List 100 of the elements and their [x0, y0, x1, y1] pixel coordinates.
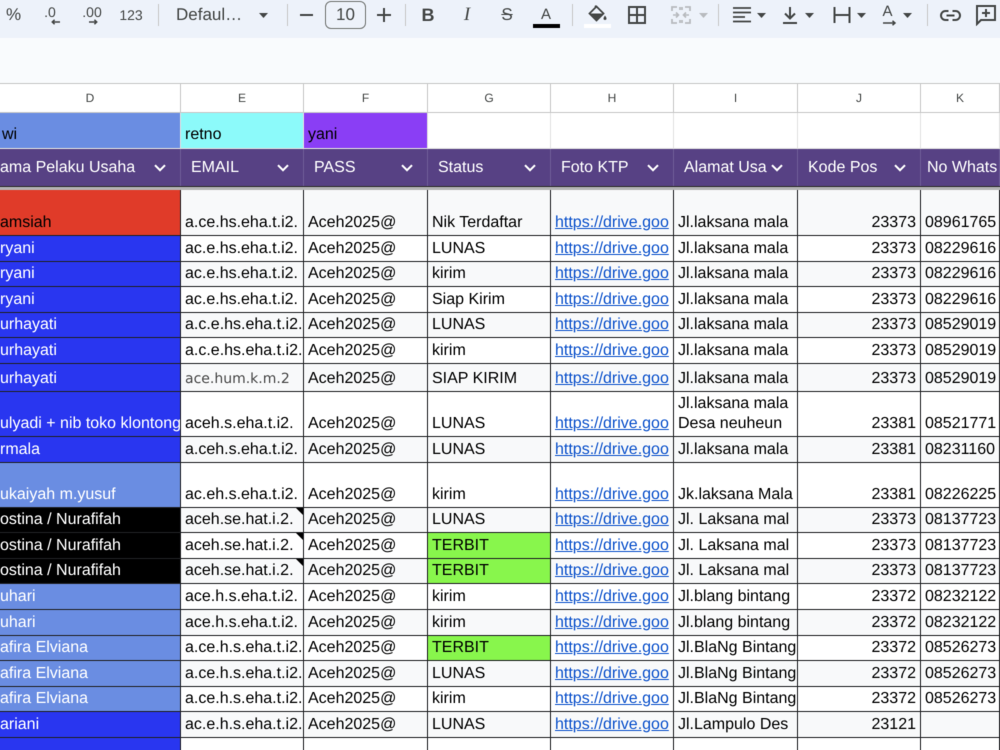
table-cell: Jl.BlaNg Bintang	[674, 661, 798, 687]
link[interactable]: https://drive.goo	[555, 414, 669, 434]
table-cell: 08137723	[921, 533, 1000, 559]
table-cell: 08526273	[921, 636, 1000, 662]
table-cell: Jl.laksana mala	[674, 190, 798, 236]
link[interactable]: https://drive.goo	[555, 561, 669, 582]
table-cell: LUNAS	[428, 436, 551, 463]
table-cell: a.ce.h.s.eha.t.i2.	[181, 636, 304, 662]
table-cell: Aceh2025@	[304, 584, 428, 610]
arrow-right-icon	[89, 18, 98, 24]
text-overflow-icon	[832, 6, 850, 24]
table-cell: Jl. Laksana mal	[674, 558, 798, 584]
column-header[interactable]: K	[921, 84, 1000, 113]
column-title: No Whats	[927, 158, 998, 178]
chevron-down-icon[interactable]	[771, 164, 783, 172]
link[interactable]: https://drive.goo	[555, 213, 669, 233]
table-cell: rmala	[0, 436, 181, 463]
italic-button[interactable]: I	[453, 0, 481, 30]
percent-format-button[interactable]: %	[0, 0, 27, 30]
table-cell: 23372	[798, 584, 921, 610]
increase-decimal-button[interactable]: .00	[74, 0, 110, 30]
link[interactable]: https://drive.goo	[555, 664, 669, 684]
link[interactable]: https://drive.goo	[555, 510, 669, 530]
table-cell: Jl.BlaNg Bintang	[674, 686, 798, 712]
chevron-down-icon[interactable]	[154, 164, 166, 172]
text-color-button[interactable]: A	[532, 0, 560, 30]
table-cell: 23373	[798, 190, 921, 236]
chevron-down-icon[interactable]	[401, 164, 413, 172]
table-cell: Aceh2025@	[304, 462, 428, 508]
table-cell: Jl.BlaNg Bintang	[674, 636, 798, 662]
link[interactable]: https://drive.goo	[555, 638, 669, 658]
bold-button[interactable]: B	[414, 0, 442, 30]
column-header[interactable]: H	[551, 84, 674, 113]
link[interactable]: https://drive.goo	[555, 290, 669, 310]
link[interactable]: https://drive.goo	[555, 315, 669, 336]
chevron-down-icon[interactable]	[277, 164, 289, 172]
table-cell: 08232122	[921, 610, 1000, 636]
table-cell: ace.hum.k.m.2	[181, 364, 304, 392]
table-cell: Jl.laksana mala	[674, 364, 798, 392]
table-cell: Aceh2025@	[304, 392, 428, 437]
table-cell: Jl.laksana mala	[674, 287, 798, 313]
table-cell: 23373	[798, 338, 921, 364]
caret-down-icon	[756, 12, 766, 18]
table-cell: 23373	[798, 236, 921, 262]
table-cell: kirim	[428, 338, 551, 364]
table-cell: a.ce.h.s.eha.t.i2.	[181, 686, 304, 712]
font-size-field[interactable]: 10	[325, 1, 366, 29]
table-cell: Aceh2025@	[304, 338, 428, 364]
table-cell: Aceh2025@	[304, 236, 428, 262]
column-header[interactable]: G	[428, 84, 551, 113]
plus-icon	[377, 8, 391, 22]
table-cell: ac.e.hs.eha.t.i2.	[181, 236, 304, 262]
table-cell: 08526273	[921, 686, 1000, 712]
table-cell: 23372	[798, 686, 921, 712]
align-bottom-icon	[780, 6, 798, 24]
column-title: Kode Pos	[808, 158, 878, 178]
link[interactable]: https://drive.goo	[555, 368, 669, 389]
table-cell: 08529019	[921, 338, 1000, 364]
table-cell: kirim	[428, 686, 551, 712]
table-cell: Aceh2025@	[304, 661, 428, 687]
link[interactable]: https://drive.goo	[555, 238, 669, 259]
chevron-down-icon[interactable]	[647, 164, 659, 172]
table-cell: Aceh2025@	[304, 636, 428, 662]
table-cell: Aceh2025@	[304, 686, 428, 712]
decrease-decimal-button[interactable]: .0	[33, 0, 67, 30]
number-format-button[interactable]: 123	[115, 0, 147, 30]
link[interactable]: https://drive.goo	[555, 264, 669, 284]
table-cell: Jl. Laksana mal	[674, 533, 798, 559]
link[interactable]: https://drive.goo	[555, 484, 669, 505]
table-cell: wi	[0, 113, 181, 149]
column-header[interactable]: J	[798, 84, 921, 113]
table-cell: 23373	[798, 262, 921, 288]
table-cell: 08229616	[921, 287, 1000, 313]
text-rotation-button[interactable]: A	[876, 0, 918, 30]
table-cell: Aceh2025@	[304, 533, 428, 559]
link[interactable]: https://drive.goo	[555, 714, 669, 735]
chevron-down-icon[interactable]	[894, 164, 906, 172]
link[interactable]: https://drive.goo	[555, 340, 669, 361]
strikethrough-button[interactable]: S	[493, 0, 521, 30]
font-family-dropdown[interactable]: Defaul…	[170, 0, 274, 30]
table-cell: kirim	[428, 462, 551, 508]
link[interactable]: https://drive.goo	[555, 612, 669, 633]
table-cell: Jl.laksana mala Desa neuheun	[674, 392, 798, 437]
table-cell: Aceh2025@	[304, 610, 428, 636]
link-icon	[940, 10, 960, 20]
table-cell: retno	[181, 113, 304, 149]
link[interactable]: https://drive.goo	[555, 536, 669, 556]
table-cell: 08529019	[921, 312, 1000, 338]
link[interactable]: https://drive.goo	[555, 440, 669, 460]
table-cell: LUNAS	[428, 392, 551, 437]
link[interactable]: https://drive.goo	[555, 586, 669, 607]
chevron-down-icon[interactable]	[524, 164, 536, 172]
column-header[interactable]: I	[674, 84, 798, 113]
table-cell: ryani	[0, 262, 181, 288]
table-cell: SIAP KIRIM	[428, 364, 551, 392]
table-cell: kirim	[428, 584, 551, 610]
table-cell: a.c.e.hs.eha.t.i2.	[181, 338, 304, 364]
table-cell: 08232122	[921, 584, 1000, 610]
link[interactable]: https://drive.goo	[555, 689, 669, 710]
table-cell: Aceh2025@	[304, 312, 428, 338]
